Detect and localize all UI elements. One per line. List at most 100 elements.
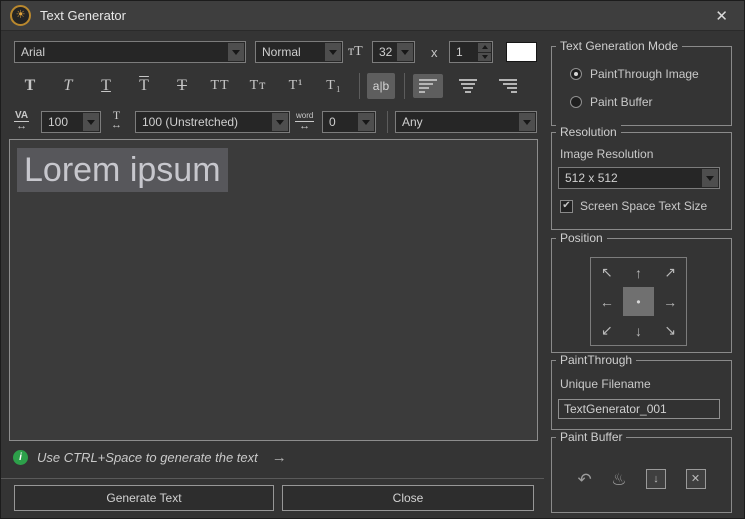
group-title: Paint Buffer <box>556 430 626 444</box>
align-center-icon <box>459 79 477 93</box>
position-grid: ↖ ↑ ↗ ← • → ↙ ↓ ↘ <box>590 257 687 346</box>
position-center-button[interactable]: • <box>623 287 655 316</box>
generate-text-button[interactable]: Generate Text <box>14 485 274 511</box>
chevron-down-icon[interactable] <box>702 169 718 187</box>
chevron-down-icon[interactable] <box>228 43 244 61</box>
unique-filename-input[interactable]: TextGenerator_001 <box>558 399 720 419</box>
font-style-select[interactable]: Normal <box>255 41 343 63</box>
radio-label: Paint Buffer <box>590 95 652 109</box>
uppercase-button[interactable]: TT <box>206 73 234 99</box>
stretch-select[interactable]: 100 (Unstretched) <box>135 111 290 133</box>
hint-text: Use CTRL+Space to generate the text <box>37 450 258 465</box>
align-center-button[interactable] <box>453 74 483 98</box>
info-icon: i <box>13 450 28 465</box>
app-icon: ☀ <box>10 5 31 26</box>
font-family-value: Arial <box>15 45 227 59</box>
font-size-value: 32 <box>373 45 396 59</box>
font-family-select[interactable]: Arial <box>14 41 246 63</box>
chevron-down-icon[interactable] <box>358 113 374 131</box>
checkbox-icon[interactable]: ✔ <box>560 200 573 213</box>
chevron-down-icon[interactable] <box>325 43 341 61</box>
group-title: PaintThrough <box>556 353 636 367</box>
undo-icon[interactable]: ↶ <box>578 471 592 488</box>
editor-text: Lorem ipsum <box>17 148 228 192</box>
align-right-icon <box>499 79 517 93</box>
footer-divider <box>1 478 544 479</box>
position-up-right-button[interactable]: ↗ <box>654 258 686 287</box>
group-title: Text Generation Mode <box>556 39 682 53</box>
chevron-down-icon[interactable] <box>272 113 288 131</box>
align-left-icon <box>419 79 437 93</box>
close-window-button[interactable]: ✕ <box>708 6 735 26</box>
toolbar-separator <box>404 73 405 99</box>
paint-buffer-toolbar: ↶ ♨ ↓ ✕ <box>558 462 725 496</box>
hint-row: i Use CTRL+Space to generate the text → <box>13 448 287 466</box>
group-title: Position <box>556 231 607 245</box>
chevron-down-icon[interactable] <box>397 43 413 61</box>
position-down-left-button[interactable]: ↙ <box>591 316 623 345</box>
position-up-button[interactable]: ↑ <box>623 258 655 287</box>
screen-space-checkbox-row[interactable]: ✔ Screen Space Text Size <box>560 199 707 213</box>
text-editor[interactable]: Lorem ipsum <box>9 139 538 441</box>
size-multiplier-label: x <box>431 45 438 60</box>
image-resolution-label: Image Resolution <box>560 147 653 161</box>
letter-spacing-select[interactable]: 100 <box>41 111 101 133</box>
font-size-icon: ᴛT <box>348 44 363 60</box>
sun-icon: ☀ <box>16 10 26 21</box>
underline-button[interactable]: T <box>92 73 120 99</box>
align-left-button[interactable] <box>413 74 443 98</box>
resolution-group: Resolution Image Resolution 512 x 512 ✔ … <box>551 132 732 230</box>
radio-icon[interactable] <box>570 96 582 108</box>
image-resolution-select[interactable]: 512 x 512 <box>558 167 720 189</box>
radio-icon[interactable] <box>570 68 582 80</box>
font-size-select[interactable]: 32 <box>372 41 415 63</box>
check-icon: ✔ <box>562 201 570 211</box>
position-up-left-button[interactable]: ↖ <box>591 258 623 287</box>
size-multiplier-value: 1 <box>450 45 477 59</box>
paint-buffer-group: Paint Buffer ↶ ♨ ↓ ✕ <box>551 437 732 513</box>
bake-icon[interactable]: ♨ <box>611 471 626 488</box>
bold-button[interactable]: T <box>16 73 44 99</box>
position-down-button[interactable]: ↓ <box>623 316 655 345</box>
superscript-button[interactable]: T¹ <box>282 73 310 99</box>
subscript-button[interactable]: T₁ <box>320 73 348 99</box>
position-right-button[interactable]: → <box>654 287 686 316</box>
overline-button[interactable]: T <box>130 73 158 99</box>
window-title: Text Generator <box>40 8 126 23</box>
arrow-right-icon: → <box>272 449 287 466</box>
clear-buffer-icon[interactable]: ✕ <box>686 469 706 489</box>
checkbox-label: Screen Space Text Size <box>580 199 707 213</box>
chevron-down-icon[interactable] <box>83 113 99 131</box>
italic-button[interactable]: T <box>54 73 82 99</box>
word-spacing-select[interactable]: 0 <box>322 111 376 133</box>
smallcaps-button[interactable]: Tᴛ <box>244 73 272 99</box>
text-generation-mode-group: Text Generation Mode PaintThrough Image … <box>551 46 732 126</box>
group-title: Resolution <box>556 125 621 139</box>
stepper-up-button[interactable] <box>478 43 491 52</box>
unique-filename-label: Unique Filename <box>560 377 651 391</box>
paintthrough-group: PaintThrough Unique Filename TextGenerat… <box>551 360 732 430</box>
letter-spacing-icon: VA ↔ <box>14 110 29 131</box>
stamp-icon[interactable]: ↓ <box>646 469 666 489</box>
kerning-button[interactable]: a|b <box>367 73 395 99</box>
size-multiplier-stepper[interactable]: 1 <box>449 41 493 63</box>
word-spacing-icon: word ↔ <box>295 110 314 131</box>
close-button[interactable]: Close <box>282 485 534 511</box>
stepper-down-button[interactable] <box>478 53 491 62</box>
position-group: Position ↖ ↑ ↗ ← • → ↙ ↓ ↘ <box>551 238 732 353</box>
font-filter-select[interactable]: Any <box>395 111 537 133</box>
position-down-right-button[interactable]: ↘ <box>654 316 686 345</box>
radio-paintthrough-image[interactable]: PaintThrough Image <box>562 67 699 81</box>
radio-paint-buffer[interactable]: Paint Buffer <box>562 95 652 109</box>
align-right-button[interactable] <box>493 74 523 98</box>
strikethrough-button[interactable]: T <box>168 73 196 99</box>
toolbar-separator <box>387 111 388 133</box>
stretch-icon: T ↔ <box>111 110 122 130</box>
radio-label: PaintThrough Image <box>590 67 699 81</box>
chevron-down-icon[interactable] <box>519 113 535 131</box>
text-color-swatch[interactable] <box>506 42 537 62</box>
titlebar: ☀ Text Generator ✕ <box>1 1 744 31</box>
toolbar-separator <box>359 73 360 99</box>
font-style-value: Normal <box>256 45 324 59</box>
position-left-button[interactable]: ← <box>591 287 623 316</box>
